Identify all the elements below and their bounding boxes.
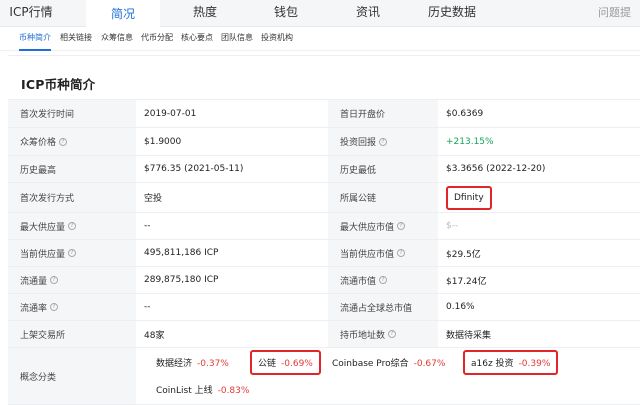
question-circle-icon[interactable]: ? [397,249,406,257]
tab-popularity[interactable]: 热度 [185,0,225,27]
value-crowdfund-price: $1.9000 [144,136,182,147]
value-holder-addresses: 数据待采集 [446,330,492,341]
tab-wallet[interactable]: 钱包 [266,0,306,27]
concept-tag-highlighted[interactable]: 公链 -0.69% [250,350,321,375]
label-max-supply-mcap: 最大供应市值? [328,213,438,239]
subtab-crowdfunding[interactable]: 众筹信息 [101,27,133,51]
label-global-mcap-share: 流通占全球总市值 [328,294,438,320]
value-current-supply: 495,811,186 ICP [144,248,219,258]
label-public-chain: 所属公链 [328,183,438,212]
value-max-supply-mcap: $-- [446,221,459,231]
question-circle-icon[interactable]: ? [50,276,59,284]
value-issue-method: 空投 [144,194,163,204]
question-circle-icon[interactable]: ? [379,276,388,284]
subtab-team-info[interactable]: 团队信息 [221,27,253,51]
value-first-day-open: $0.6369 [446,108,484,119]
label-max-supply: 最大供应量? [8,213,136,239]
subtab-token-distribution[interactable]: 代币分配 [141,27,173,51]
table-row: 最大供应量? -- 最大供应市值? $-- [8,212,640,239]
value-all-time-high: $776.35 (2021-05-11) [144,164,244,174]
table-row: 上架交易所 48家 持币地址数? 数据待采集 [8,320,640,347]
label-all-time-high: 历史最高 [8,156,136,182]
concept-tag-highlighted[interactable]: a16z 投资 -0.39% [463,350,559,375]
section-title: ICP币种简介 [21,77,96,92]
table-row: 众筹价格? $1.9000 投资回报? +213.15% [8,127,640,155]
question-circle-icon[interactable]: ? [50,303,59,311]
question-circle-icon[interactable]: ? [379,137,388,146]
sub-tab-bar: 币种简介 相关链接 众筹信息 代币分配 核心要点 团队信息 投资机构 [0,27,640,51]
value-global-mcap-share: 0.16% [446,302,475,312]
value-circulating-mcap: $17.24亿 [446,276,487,287]
value-first-issue-time: 2019-07-01 [144,108,197,119]
tab-icp-market[interactable]: ICP行情 [0,0,62,27]
value-current-supply-mcap: $29.5亿 [446,249,481,260]
public-chain-highlight[interactable]: Dfinity [446,185,492,210]
value-max-supply: -- [144,221,151,231]
value-roi: +213.15% [446,136,494,147]
value-listed-exchanges: 48家 [144,330,165,341]
value-public-chain: Dfinity [438,183,640,212]
label-listed-exchanges: 上架交易所 [8,321,136,347]
table-row: 首次发行时间 2019-07-01 首日开盘价 $0.6369 [8,99,640,127]
label-first-day-open: 首日开盘价 [328,100,438,127]
question-circle-icon[interactable]: ? [68,249,77,257]
label-current-supply-mcap: 当前供应市值? [328,240,438,266]
label-issue-method: 首次发行方式 [8,183,136,212]
label-circulating-mcap: 流通市值? [328,267,438,293]
table-row: 当前供应量? 495,811,186 ICP 当前供应市值? $29.5亿 [8,239,640,266]
value-all-time-low: $3.3656 (2022-12-20) [446,164,546,174]
top-tab-bar: ICP行情 简况 热度 钱包 资讯 历史数据 问题提交 [0,0,640,44]
subtab-key-points[interactable]: 核心要点 [181,27,213,51]
label-roi: 投资回报? [328,128,438,155]
feedback-link[interactable]: 问题提交 [598,0,640,44]
tab-history-data[interactable]: 历史数据 [420,0,484,27]
concept-tag[interactable]: 数据经济 -0.37% [156,356,229,369]
table-row: 流通率? -- 流通占全球总市值 0.16% [8,293,640,320]
concept-tag-list: 数据经济 -0.37% 公链 -0.69% Coinbase Pro综合 -0.67%… [136,348,640,404]
table-row: 历史最高 $776.35 (2021-05-11) 历史最低 $3.3656 (… [8,155,640,182]
question-circle-icon[interactable]: ? [397,222,406,230]
label-current-supply: 当前供应量? [8,240,136,266]
table-row: 流通量? 289,875,180 ICP 流通市值? $17.24亿 [8,266,640,293]
label-all-time-low: 历史最低 [328,156,438,182]
label-circulation-rate: 流通率? [8,294,136,320]
question-circle-icon[interactable]: ? [388,330,397,338]
subtab-related-links[interactable]: 相关链接 [60,27,92,51]
table-row: 概念分类 数据经济 -0.37% 公链 -0.69% Coinbase Pro综合 -… [8,347,640,405]
value-circulation-rate: -- [144,302,151,312]
concept-tag[interactable]: CoinList 上线 -0.83% [156,383,249,396]
concept-tag[interactable]: Coinbase Pro综合 -0.67% [332,356,445,369]
label-circulating-supply: 流通量? [8,267,136,293]
coin-intro-card: ICP币种简介 首次发行时间 2019-07-01 首日开盘价 $0.6369 … [8,55,640,405]
question-circle-icon[interactable]: ? [59,137,68,146]
tab-overview[interactable]: 简况 [86,0,160,28]
subtab-coin-intro[interactable]: 币种简介 [19,27,51,51]
label-holder-addresses: 持币地址数? [328,321,438,347]
label-crowdfund-price: 众筹价格? [8,128,136,155]
tab-news[interactable]: 资讯 [348,0,388,27]
label-first-issue-time: 首次发行时间 [8,100,136,127]
subtab-investors[interactable]: 投资机构 [261,27,293,51]
value-circulating-supply: 289,875,180 ICP [144,275,219,285]
table-row: 首次发行方式 空投 所属公链 Dfinity [8,182,640,212]
question-circle-icon[interactable]: ? [68,222,77,230]
label-concept-category: 概念分类 [8,348,136,404]
